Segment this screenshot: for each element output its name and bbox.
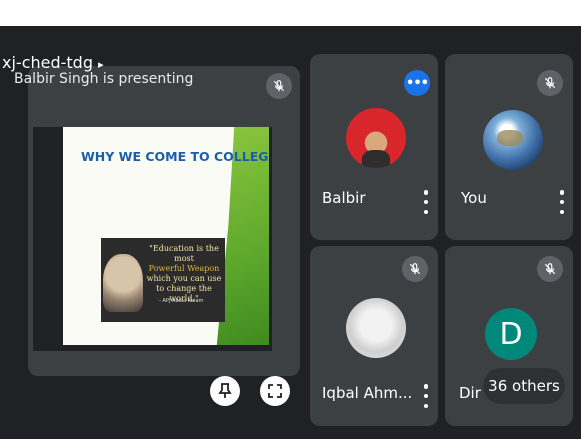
quote-line: which you can use (146, 274, 222, 283)
chevron-right-icon: ▸ (98, 58, 104, 71)
avatar (483, 110, 543, 170)
pin-icon (218, 383, 232, 398)
shared-screen: WHY WE COME TO COLLEGE? "Education is th… (33, 127, 272, 351)
fullscreen-button[interactable] (260, 376, 290, 406)
quote-image: "Education is the most Powerful Weapon w… (101, 238, 225, 322)
participant-name: Balbir (322, 189, 366, 207)
others-button[interactable]: 36 others (483, 368, 565, 404)
quote-line: "Education is the most (149, 244, 219, 263)
quote-text: "Education is the most Powerful Weapon w… (145, 244, 223, 304)
meeting-code[interactable]: xj-ched-tdg ▸ (2, 53, 104, 72)
mic-muted-icon (537, 256, 563, 282)
more-options-icon[interactable]: ••• (404, 70, 430, 96)
participant-name: Dir (459, 384, 481, 402)
avatar (346, 108, 406, 168)
mic-muted-icon (537, 70, 563, 96)
mic-muted-icon (402, 256, 428, 282)
kebab-menu-icon[interactable] (423, 190, 429, 214)
participant-tile-iqbal[interactable]: Iqbal Ahm... (310, 246, 438, 426)
avatar-letter: D (485, 308, 537, 360)
participant-name: You (461, 189, 487, 207)
kebab-menu-icon[interactable] (559, 190, 565, 214)
slide-title: WHY WE COME TO COLLEGE? (81, 149, 269, 164)
quote-author: - APJ Abdul Kalam (159, 298, 204, 304)
slide: WHY WE COME TO COLLEGE? "Education is th… (63, 127, 269, 345)
participant-name: Iqbal Ahm... (322, 384, 413, 402)
participant-tile-balbir[interactable]: ••• Balbir (310, 54, 438, 240)
participant-tile-you[interactable]: You (445, 54, 573, 240)
meeting-code-text: xj-ched-tdg (2, 53, 93, 72)
presenter-label: Balbir Singh is presenting (14, 71, 194, 87)
kebab-menu-icon[interactable] (423, 384, 429, 408)
portrait-image (103, 254, 143, 312)
presentation-mic-muted-icon (266, 73, 292, 99)
pin-button[interactable] (210, 376, 240, 406)
quote-line: Powerful Weapon (148, 264, 220, 273)
meet-screen: Balbir Singh is presenting xj-ched-tdg ▸… (0, 26, 581, 439)
fullscreen-icon (268, 384, 282, 398)
avatar (346, 298, 406, 358)
